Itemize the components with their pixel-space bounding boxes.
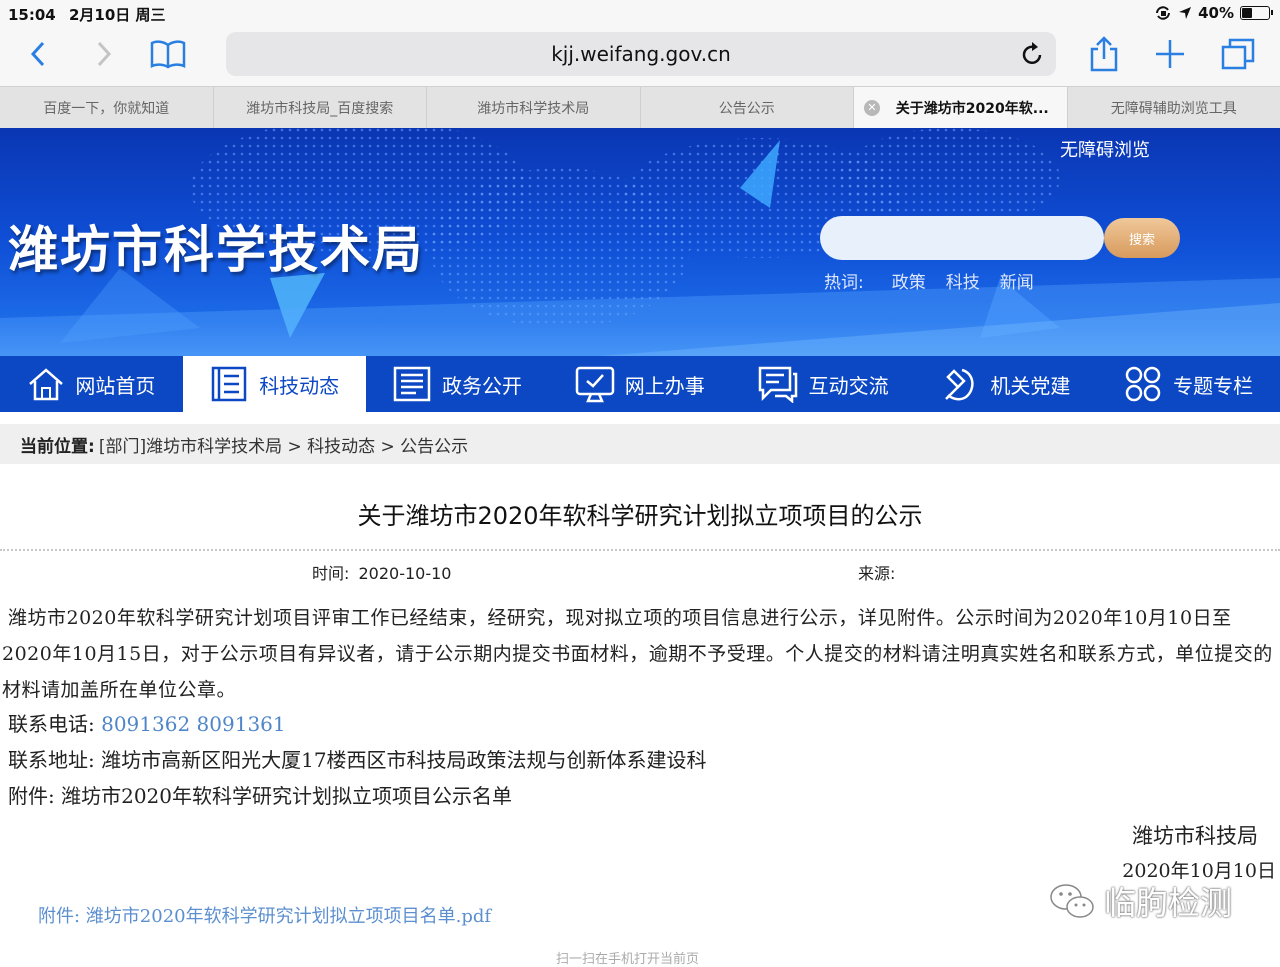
- attachment-note: 附件: 潍坊市2020年软科学研究计划拟立项项目公示名单: [8, 780, 512, 809]
- site-title: 潍坊市科学技术局: [8, 210, 424, 282]
- nav-tech-news[interactable]: 科技动态: [183, 356, 366, 412]
- hotwords: 热词: 政策 科技 新闻: [824, 268, 1034, 293]
- phone-label: 联系电话:: [8, 712, 95, 736]
- breadcrumb-path[interactable]: [部门]潍坊市科学技术局 > 科技动态 > 公告公示: [99, 432, 468, 457]
- hotword-link[interactable]: 新闻: [1000, 268, 1034, 293]
- title-divider: [0, 549, 1280, 551]
- monitor-icon: [575, 365, 615, 403]
- status-time: 15:04: [8, 6, 56, 24]
- nav-interaction[interactable]: 互动交流: [731, 356, 914, 412]
- nav-label: 科技动态: [259, 370, 339, 399]
- watermark: 临朐检测: [1048, 878, 1232, 924]
- file-text-icon: [392, 365, 432, 403]
- tab-baidu[interactable]: 百度一下，你就知道: [0, 87, 214, 128]
- publish-time: 时间: 2020-10-10: [312, 560, 451, 584]
- document-list-icon: [209, 365, 249, 403]
- location-icon: [1178, 6, 1192, 20]
- status-date: 2月10日 周三: [69, 6, 166, 24]
- new-tab-button[interactable]: [1148, 32, 1192, 76]
- tabs-overview-button[interactable]: [1216, 32, 1260, 76]
- tab-label: 潍坊市科技局_百度搜索: [246, 98, 393, 118]
- contact-phone: 联系电话: 8091362 8091361: [8, 708, 286, 737]
- nav-label: 政务公开: [442, 370, 522, 399]
- nav-home[interactable]: 网站首页: [0, 356, 183, 412]
- forward-button[interactable]: [82, 32, 126, 76]
- footer-qr-hint: 扫一扫在手机打开当前页: [556, 948, 699, 967]
- site-banner: 潍坊市科学技术局 无障碍浏览 搜索 热词: 政策 科技 新闻: [0, 128, 1280, 356]
- phone-value[interactable]: 8091362 8091361: [101, 712, 286, 736]
- hotwords-label: 热词:: [824, 268, 864, 293]
- chat-bubble-icon: [757, 365, 799, 403]
- tab-current-article[interactable]: ✕ 关于潍坊市2020年软...: [854, 87, 1068, 128]
- nav-label: 网站首页: [75, 370, 155, 399]
- nav-label: 网上办事: [625, 370, 705, 399]
- address-label: 联系地址:: [8, 748, 95, 772]
- search-input[interactable]: [820, 216, 1104, 260]
- address-url: kjj.weifang.gov.cn: [551, 42, 731, 66]
- bookmarks-button[interactable]: [146, 32, 190, 76]
- search-button[interactable]: 搜索: [1104, 218, 1180, 258]
- nav-label: 互动交流: [809, 370, 889, 399]
- article-body: 潍坊市2020年软科学研究计划项目评审工作已经结束，经研究，现对拟立项的项目信息…: [2, 600, 1278, 708]
- status-bar: 15:04 2月10日 周三 40%: [0, 0, 1280, 26]
- attachment-name: 潍坊市2020年软科学研究计划拟立项项目公示名单: [61, 784, 512, 808]
- tabs-icon: [1221, 38, 1255, 70]
- chevron-right-icon: [96, 40, 112, 68]
- signature-org: 潍坊市科技局: [1132, 820, 1258, 850]
- tab-baidu-search[interactable]: 潍坊市科技局_百度搜索: [214, 87, 428, 128]
- article-title: 关于潍坊市2020年软科学研究计划拟立项项目的公示: [0, 496, 1280, 531]
- home-icon: [27, 366, 65, 402]
- close-tab-icon[interactable]: ✕: [864, 100, 880, 116]
- attachment-label: 附件:: [8, 784, 55, 808]
- chevron-left-icon: [30, 40, 46, 68]
- address-bar[interactable]: kjj.weifang.gov.cn: [226, 32, 1056, 76]
- time-value: 2020-10-10: [359, 564, 452, 583]
- breadcrumb-label: 当前位置:: [20, 432, 95, 457]
- nav-party-building[interactable]: 机关党建: [914, 356, 1097, 412]
- browser-toolbar: kjj.weifang.gov.cn: [0, 26, 1280, 86]
- attachment-link-text: 潍坊市2020年软科学研究计划拟立项项目名单.pdf: [86, 906, 491, 927]
- reload-icon[interactable]: [1020, 41, 1044, 67]
- time-label: 时间:: [312, 564, 349, 583]
- tab-label: 无障碍辅助浏览工具: [1111, 98, 1237, 118]
- grid-circles-icon: [1123, 365, 1163, 403]
- attachment-link-label: 附件:: [38, 906, 80, 927]
- tab-label: 关于潍坊市2020年软...: [896, 98, 1049, 118]
- tab-label: 百度一下，你就知道: [43, 98, 169, 118]
- nav-label: 机关党建: [990, 370, 1070, 399]
- tab-accessibility-tool[interactable]: 无障碍辅助浏览工具: [1068, 87, 1280, 128]
- nav-online-services[interactable]: 网上办事: [548, 356, 731, 412]
- accessibility-link[interactable]: 无障碍浏览: [1060, 136, 1150, 162]
- hotword-link[interactable]: 政策: [892, 268, 926, 293]
- share-button[interactable]: [1082, 32, 1126, 76]
- nav-label: 专题专栏: [1173, 370, 1253, 399]
- contact-address: 联系地址: 潍坊市高新区阳光大厦17楼西区市科技局政策法规与创新体系建设科: [8, 744, 707, 773]
- rotation-lock-icon: [1154, 5, 1172, 21]
- nav-special-topics[interactable]: 专题专栏: [1097, 356, 1280, 412]
- attachment-download-link[interactable]: 附件: 潍坊市2020年软科学研究计划拟立项项目名单.pdf: [38, 902, 491, 928]
- nav-government-affairs[interactable]: 政务公开: [366, 356, 549, 412]
- battery-percent: 40%: [1198, 4, 1234, 22]
- breadcrumb: 当前位置: [部门]潍坊市科学技术局 > 科技动态 > 公告公示: [0, 424, 1280, 464]
- tab-label: 潍坊市科学技术局: [477, 98, 589, 118]
- share-icon: [1089, 36, 1119, 72]
- article-source: 来源:: [858, 560, 895, 584]
- tab-announcements[interactable]: 公告公示: [641, 87, 855, 128]
- book-icon: [150, 39, 186, 69]
- battery-icon: [1240, 6, 1270, 20]
- watermark-text: 临朐检测: [1104, 878, 1232, 924]
- browser-tabs: 百度一下，你就知道 潍坊市科技局_百度搜索 潍坊市科学技术局 公告公示 ✕ 关于…: [0, 86, 1280, 128]
- main-nav: 网站首页 科技动态 政务公开 网上办事 互动交流 机关党建 专题专栏: [0, 356, 1280, 412]
- party-emblem-icon: [940, 365, 980, 403]
- source-label: 来源:: [858, 564, 895, 583]
- plus-icon: [1155, 39, 1185, 69]
- address-value: 潍坊市高新区阳光大厦17楼西区市科技局政策法规与创新体系建设科: [101, 748, 706, 772]
- wechat-icon: [1048, 881, 1096, 921]
- hotword-link[interactable]: 科技: [946, 268, 980, 293]
- back-button[interactable]: [16, 32, 60, 76]
- tab-weifang-science-bureau[interactable]: 潍坊市科学技术局: [427, 87, 641, 128]
- tab-label: 公告公示: [719, 98, 775, 118]
